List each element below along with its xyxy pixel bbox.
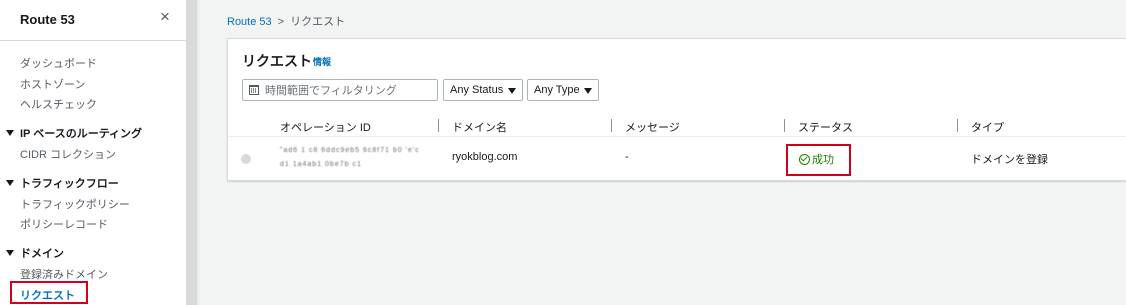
sidebar-section-domains[interactable]: ドメイン [6,245,64,261]
table-header: オペレーション ID ドメイン名 メッセージ ステータス タイプ [228,115,1126,137]
sidebar-section-label: IP ベースのルーティング [20,128,143,140]
highlight-box-status [786,144,851,176]
sidebar-scrollbar[interactable] [186,0,197,305]
type-select-value: Any Type [534,84,580,96]
sidebar-section-label: トラフィックフロー [20,178,119,190]
sidebar-item-registered-domains[interactable]: 登録済みドメイン [20,266,108,282]
sidebar-item-cidr-collections[interactable]: CIDR コレクション [20,146,116,162]
message-cell: - [625,151,629,163]
column-header-type[interactable]: タイプ [971,119,1004,135]
sidebar-section-ip-routing[interactable]: IP ベースのルーティング [6,125,142,141]
sidebar-item-hosted-zones[interactable]: ホストゾーン [20,76,85,92]
operation-id-line1: "ad6 1 c8 6ddc9eb5 6c8f71 b0 'e'c [280,147,420,154]
domain-name-cell: ryokblog.com [452,151,518,163]
column-divider[interactable] [957,119,958,132]
column-divider[interactable] [784,119,785,132]
sidebar-item-traffic-policies[interactable]: トラフィックポリシー [20,196,130,212]
highlight-box-requests [10,281,88,304]
sidebar-item-dashboard[interactable]: ダッシュボード [20,55,97,71]
sidebar-item-policy-records[interactable]: ポリシーレコード [20,216,108,232]
type-cell: ドメインを登録 [971,154,1048,166]
page-title: リクエスト [242,53,312,69]
column-header-operation-id[interactable]: オペレーション ID [280,119,371,135]
column-divider[interactable] [438,119,439,132]
sidebar: Route 53 × ダッシュボード ホストゾーン ヘルスチェック IP ベース… [0,0,186,305]
time-range-filter[interactable] [242,79,438,101]
column-header-status[interactable]: ステータス [798,119,853,135]
status-select[interactable]: Any Status [443,79,523,101]
calendar-icon [249,85,259,95]
row-select-radio[interactable] [241,154,251,164]
status-select-value: Any Status [450,84,504,96]
column-header-message[interactable]: メッセージ [625,119,680,135]
column-header-domain[interactable]: ドメイン名 [452,119,507,135]
breadcrumb-separator: > [277,16,285,28]
sidebar-section-label: ドメイン [20,248,64,260]
requests-panel: リクエスト 情報 Any Status Any Type オペレーション ID … [227,38,1126,181]
scrollbar-edge [197,0,199,305]
info-link[interactable]: 情報 [313,55,331,68]
sidebar-divider [0,40,186,41]
operation-id-line2: d1 1a4ab1 0be7b c1 [280,161,362,168]
caret-down-icon [6,250,14,257]
caret-down-icon [6,130,14,137]
column-divider[interactable] [611,119,612,132]
close-icon[interactable]: × [156,8,174,26]
breadcrumb: Route 53 > リクエスト [227,13,345,29]
time-range-filter-input[interactable] [265,83,433,98]
table-row[interactable]: "ad6 1 c8 6ddc9eb5 6c8f71 b0 'e'c d1 1a4… [228,137,1126,181]
sidebar-section-traffic-flow[interactable]: トラフィックフロー [6,175,119,191]
caret-down-icon [584,88,592,94]
caret-down-icon [6,180,14,187]
type-select[interactable]: Any Type [527,79,599,101]
breadcrumb-current: リクエスト [290,16,346,28]
sidebar-item-health-checks[interactable]: ヘルスチェック [20,96,97,112]
sidebar-title: Route 53 [20,12,75,27]
caret-down-icon [508,88,516,94]
breadcrumb-route53-link[interactable]: Route 53 [227,16,272,28]
